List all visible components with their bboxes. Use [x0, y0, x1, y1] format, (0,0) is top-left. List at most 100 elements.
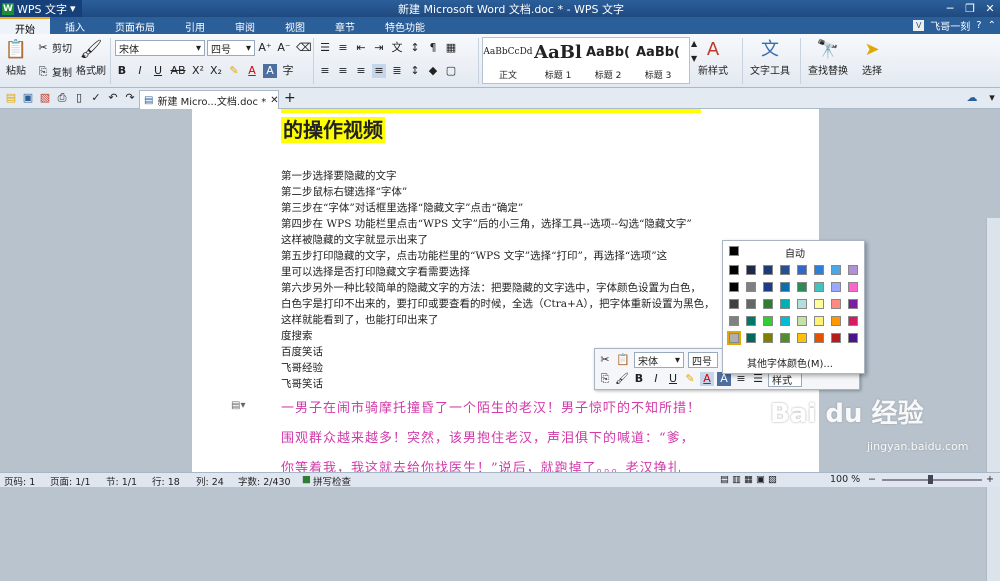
document-heading[interactable]: 的操作视频 [281, 117, 385, 143]
phonetic-icon[interactable]: 字 [281, 64, 295, 78]
chevron-down-icon[interactable]: ▾ [985, 91, 999, 105]
new-style-button[interactable]: A 新样式 [698, 38, 728, 77]
color-swatch[interactable] [763, 265, 773, 275]
color-swatch[interactable] [831, 282, 841, 292]
paintbrush-icon[interactable]: 🖌 [615, 372, 629, 386]
chinese-layout-icon[interactable]: 文 [390, 41, 404, 55]
tab-chapter[interactable]: 章节 [320, 17, 370, 34]
style-normal[interactable]: AaBbCcDd 正文 [483, 38, 533, 83]
strikethrough-icon[interactable]: AB [169, 64, 187, 78]
more-colors-option[interactable]: 其他字体颜色(M)... [747, 355, 833, 370]
paragraph-line[interactable]: 这样就能看到了，也能打印出来了 [281, 312, 439, 328]
color-swatch[interactable] [780, 333, 790, 343]
highlight-icon[interactable]: ✎ [227, 64, 241, 78]
char-shading-icon[interactable]: A [263, 64, 277, 78]
subscript-icon[interactable]: X₂ [209, 64, 223, 78]
color-swatch[interactable] [780, 265, 790, 275]
paragraph-line[interactable]: 白色字是打印不出来的，要打印或要查看的时候，全选（Ctra+A），把字体重新设置… [281, 296, 715, 312]
paste-icon[interactable]: 📋 [616, 353, 630, 367]
paragraph-line[interactable]: 第五步打印隐藏的文字，点击功能栏里的“WPS 文字”选择“打印”，再选择“选项”… [281, 248, 667, 264]
color-swatch[interactable] [848, 299, 858, 309]
color-swatch[interactable] [814, 265, 824, 275]
color-swatch[interactable] [848, 265, 858, 275]
color-swatch[interactable] [729, 265, 739, 275]
close-icon[interactable]: ✕ [980, 0, 1000, 17]
color-swatch[interactable] [780, 299, 790, 309]
color-swatch[interactable] [831, 265, 841, 275]
highlight-icon[interactable]: ✎ [683, 372, 697, 386]
ribbon-collapse-icon[interactable]: ⌃ [988, 20, 996, 31]
color-swatch[interactable] [746, 333, 756, 343]
print-icon[interactable]: ⎙ [55, 91, 69, 105]
mini-font-select[interactable]: 宋体 ▾ [634, 352, 684, 368]
color-swatch[interactable] [763, 282, 773, 292]
color-swatch[interactable] [729, 299, 739, 309]
color-swatch[interactable] [780, 316, 790, 326]
superscript-icon[interactable]: X² [191, 64, 205, 78]
borders-icon[interactable]: ▢ [444, 64, 458, 78]
shading-icon[interactable]: ◆ [426, 64, 440, 78]
color-swatch[interactable] [763, 316, 773, 326]
shrink-font-icon[interactable]: A⁻ [277, 41, 291, 55]
tab-view[interactable]: 视图 [270, 17, 320, 34]
color-swatch[interactable] [831, 316, 841, 326]
wps-menu-button[interactable]: W WPS 文字 ▾ [0, 0, 82, 17]
color-swatch[interactable] [848, 282, 858, 292]
copy-button[interactable]: ⎘ 复制 [36, 64, 72, 80]
spellcheck-icon[interactable]: ✓ [89, 91, 103, 105]
bullet-list-icon[interactable]: ☰ [318, 41, 332, 55]
color-swatch[interactable] [729, 282, 739, 292]
color-swatch[interactable] [797, 282, 807, 292]
align-left-icon[interactable]: ≡ [318, 64, 332, 78]
tab-references[interactable]: 引用 [170, 17, 220, 34]
status-spellcheck[interactable]: 拼写检查 [313, 474, 351, 488]
font-color-icon[interactable]: A [700, 372, 714, 386]
color-swatch[interactable] [831, 333, 841, 343]
italic-icon[interactable]: I [649, 372, 663, 386]
color-swatch[interactable] [814, 316, 824, 326]
paragraph-line[interactable]: 百度笑话 [281, 344, 323, 360]
user-name[interactable]: 飞哥一刻 [930, 18, 970, 33]
print-preview-icon[interactable]: ▯ [72, 91, 86, 105]
color-swatch[interactable] [797, 265, 807, 275]
zoom-slider-thumb[interactable] [928, 475, 933, 484]
color-swatch[interactable] [746, 282, 756, 292]
view-mode-icons[interactable]: ▤ ▥ ▦ ▣ ▧ [720, 474, 777, 485]
clear-format-icon[interactable]: ⌫ [296, 41, 312, 55]
paragraph-line[interactable]: 这样被隐藏的文字就显示出来了 [281, 232, 428, 248]
restore-icon[interactable]: ❐ [960, 0, 980, 17]
color-swatch[interactable] [727, 331, 741, 345]
export-pdf-icon[interactable]: ▧ [38, 91, 52, 105]
style-heading-2[interactable]: AaBb( 标题 2 [583, 38, 633, 83]
color-swatch[interactable] [746, 299, 756, 309]
chevron-down-icon[interactable]: ▼ [691, 54, 697, 63]
find-replace-button[interactable]: 🔭 查找替换 [808, 38, 848, 77]
paragraph-line[interactable]: 第二步鼠标右键选择“字体” [281, 184, 407, 200]
color-swatch[interactable] [780, 282, 790, 292]
color-swatch[interactable] [848, 333, 858, 343]
auto-color-option[interactable]: 自动 [785, 245, 805, 260]
numbered-list-icon[interactable]: ≡ [336, 41, 350, 55]
color-swatch[interactable] [814, 299, 824, 309]
decrease-indent-icon[interactable]: ⇤ [354, 41, 368, 55]
grow-font-icon[interactable]: A⁺ [258, 41, 272, 55]
zoom-out-icon[interactable]: − [868, 474, 876, 485]
select-button[interactable]: ➤ 选择 [860, 38, 884, 77]
paragraph-line[interactable]: 飞哥笑话 [281, 376, 323, 392]
paragraph-line[interactable]: 第四步在 WPS 功能栏里点击“WPS 文字”后的小三角，选择工具--选项--勾… [281, 216, 692, 232]
new-tab-icon[interactable]: + [284, 90, 296, 106]
char-shading-icon[interactable]: A [717, 372, 731, 386]
line-spacing-icon[interactable]: ↕ [408, 64, 422, 78]
bold-icon[interactable]: B [115, 64, 129, 78]
justify-icon[interactable]: ≡ [372, 64, 386, 78]
color-swatch[interactable] [746, 265, 756, 275]
color-swatch[interactable] [831, 299, 841, 309]
color-swatch[interactable] [848, 316, 858, 326]
close-icon[interactable]: ✕ [270, 95, 278, 106]
tab-insert[interactable]: 插入 [50, 17, 100, 34]
scissors-icon[interactable]: ✂ [598, 353, 612, 367]
pink-paragraph-line[interactable]: 围观群众越来越多！突然，该男抱住老汉，声泪俱下的喊道：“爹， [281, 427, 695, 446]
minimize-icon[interactable]: ─ [940, 0, 960, 17]
help-icon[interactable]: ? [976, 20, 981, 31]
color-swatch[interactable] [763, 299, 773, 309]
